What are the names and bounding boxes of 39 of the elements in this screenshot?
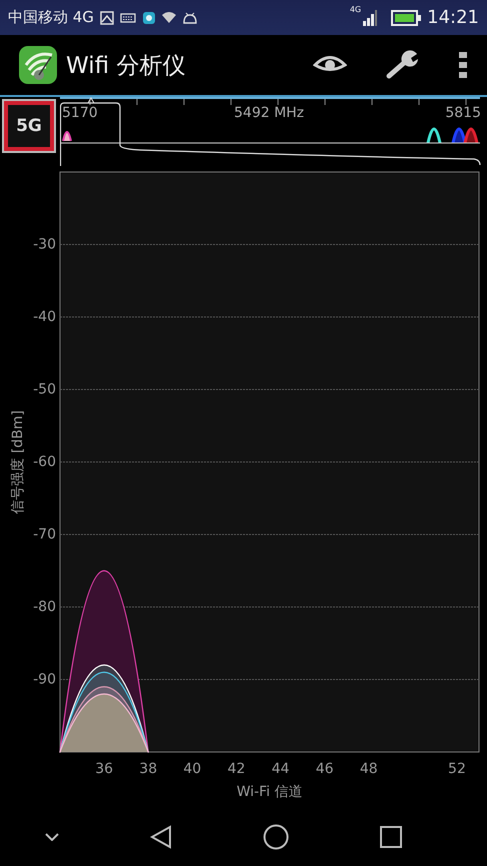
x-tick-label: 38 — [139, 761, 158, 777]
y-tick-label: -70 — [33, 526, 56, 542]
y-tick-label: -40 — [33, 309, 56, 325]
y-tick-label: -60 — [33, 454, 56, 470]
x-tick-label: 36 — [95, 761, 114, 777]
app-notification-icon — [142, 10, 156, 24]
start-frequency: 5170 — [62, 105, 98, 121]
image-icon — [100, 10, 114, 24]
overflow-menu-icon[interactable] — [459, 52, 467, 78]
back-icon[interactable] — [150, 824, 172, 848]
recents-icon[interactable] — [380, 826, 402, 848]
wifi-app-icon — [18, 45, 58, 85]
x-axis-title: Wi-Fi 信道 — [236, 784, 302, 800]
end-frequency: 5815 — [445, 105, 481, 121]
wrench-icon[interactable] — [385, 50, 421, 80]
network-type-label: 4G — [350, 5, 362, 14]
x-tick-label: 46 — [316, 761, 334, 777]
x-tick-label: 52 — [448, 761, 466, 777]
home-icon[interactable] — [262, 824, 289, 850]
signal-icon — [363, 10, 378, 26]
battery-icon — [391, 10, 422, 26]
band-button[interactable]: 5G — [2, 99, 56, 153]
y-tick-label: -90 — [33, 672, 56, 688]
chevron-down-icon[interactable] — [45, 832, 60, 840]
carrier-label: 中国移动 4G — [8, 8, 94, 27]
clock: 14:21 — [427, 7, 479, 28]
android-icon — [182, 12, 198, 24]
y-tick-label: -80 — [33, 599, 56, 615]
x-tick-label: 44 — [272, 761, 290, 777]
app-title: Wifi 分析仪 — [66, 52, 186, 80]
keyboard-icon — [120, 12, 136, 24]
y-tick-label: -50 — [33, 382, 56, 398]
x-tick-label: 40 — [183, 761, 202, 777]
x-tick-label: 48 — [360, 761, 378, 777]
x-tick-label: 42 — [228, 761, 246, 777]
y-axis-title: 信号强度 [dBm] — [10, 410, 26, 514]
channel-overview[interactable]: 5170 5492 MHz 5815 — [60, 97, 481, 165]
y-tick-label: -30 — [33, 236, 56, 252]
center-frequency: 5492 MHz — [234, 105, 304, 121]
